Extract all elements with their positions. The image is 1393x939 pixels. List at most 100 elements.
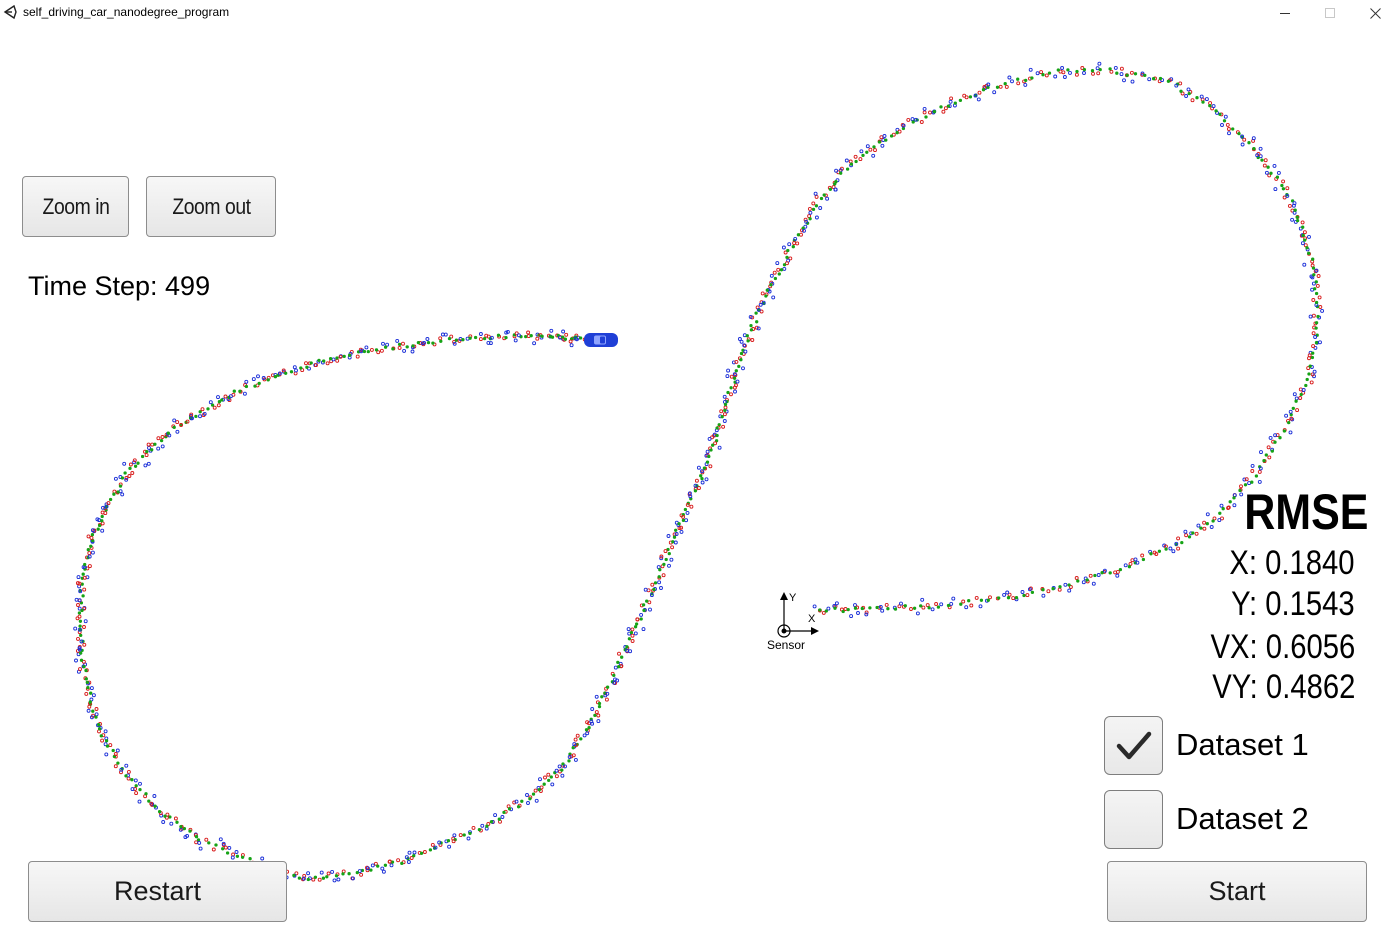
radar-marker xyxy=(549,328,554,333)
radar-marker xyxy=(256,374,260,379)
estimate-marker xyxy=(80,608,84,613)
radar-marker xyxy=(939,602,944,607)
lidar-marker xyxy=(128,462,133,467)
estimate-marker xyxy=(1164,547,1168,551)
radar-marker xyxy=(1227,131,1231,136)
lidar-marker xyxy=(694,478,699,483)
estimate-marker xyxy=(936,605,941,609)
estimate-marker xyxy=(257,381,261,386)
estimate-marker xyxy=(405,345,409,349)
radar-marker xyxy=(818,206,823,210)
estimate-marker xyxy=(136,461,140,465)
estimate-marker xyxy=(702,466,707,470)
radar-marker xyxy=(331,357,336,362)
estimate-marker xyxy=(416,340,421,345)
estimate-marker xyxy=(841,609,845,614)
radar-marker xyxy=(538,777,542,782)
radar-marker xyxy=(899,601,903,606)
lidar-marker xyxy=(650,582,655,587)
dataset-2-checkbox[interactable] xyxy=(1104,790,1163,849)
radar-marker xyxy=(230,855,235,860)
estimate-marker xyxy=(828,187,833,191)
lidar-marker xyxy=(156,436,161,441)
radar-marker xyxy=(1259,450,1263,455)
estimate-marker xyxy=(1214,109,1218,113)
estimate-marker xyxy=(633,625,638,629)
radar-marker xyxy=(948,99,953,104)
estimate-marker xyxy=(986,85,990,90)
estimate-marker xyxy=(1231,127,1235,131)
radar-marker xyxy=(1292,201,1297,206)
lidar-marker xyxy=(596,713,601,718)
radar-marker xyxy=(1240,142,1245,147)
estimate-marker xyxy=(1187,91,1191,96)
lidar-marker xyxy=(1226,127,1231,131)
start-button[interactable]: Start xyxy=(1107,861,1367,922)
radar-marker xyxy=(1035,71,1040,76)
estimate-marker xyxy=(1287,420,1291,425)
estimate-marker xyxy=(477,827,482,832)
close-button[interactable] xyxy=(1352,0,1393,26)
radar-marker xyxy=(826,606,831,611)
estimate-marker xyxy=(206,407,210,411)
lidar-marker xyxy=(231,852,236,857)
estimate-marker xyxy=(912,606,917,610)
estimate-marker xyxy=(531,792,536,796)
radar-marker xyxy=(395,338,400,343)
radar-marker xyxy=(292,365,297,370)
zoom-in-button[interactable]: Zoom in xyxy=(22,176,129,237)
estimate-marker xyxy=(419,851,424,855)
lidar-marker xyxy=(478,337,483,342)
estimate-marker xyxy=(868,606,872,610)
zoom-out-button[interactable]: Zoom out xyxy=(146,176,276,237)
radar-marker xyxy=(590,707,595,711)
radar-marker xyxy=(700,480,705,485)
dataset-1-label: Dataset 1 xyxy=(1176,727,1309,762)
estimate-marker xyxy=(454,338,459,342)
estimate-marker xyxy=(839,171,843,175)
estimate-marker xyxy=(1221,507,1225,511)
estimate-marker xyxy=(524,334,528,339)
radar-marker xyxy=(152,794,157,798)
lidar-marker xyxy=(1281,179,1286,184)
estimate-marker xyxy=(284,371,288,375)
estimate-marker xyxy=(104,739,109,743)
estimate-marker xyxy=(1218,112,1222,116)
radar-marker xyxy=(569,343,574,348)
sensor-y-axis-label: Y xyxy=(789,592,797,604)
estimate-marker xyxy=(163,814,167,818)
estimate-marker xyxy=(723,402,728,407)
dataset-1-checkbox[interactable] xyxy=(1104,716,1163,775)
minimize-button[interactable] xyxy=(1262,0,1308,26)
radar-marker xyxy=(859,149,864,154)
radar-marker xyxy=(782,266,787,271)
lidar-marker xyxy=(573,737,578,742)
radar-marker xyxy=(218,837,223,842)
estimate-marker xyxy=(1232,496,1236,500)
lidar-marker xyxy=(1311,298,1316,302)
estimate-marker xyxy=(1252,146,1256,151)
radar-marker xyxy=(813,191,818,196)
radar-marker xyxy=(915,611,920,616)
estimate-marker xyxy=(374,348,379,352)
lidar-marker xyxy=(1316,274,1321,278)
estimate-marker xyxy=(986,598,990,602)
estimate-marker xyxy=(1314,341,1319,345)
lidar-marker xyxy=(998,84,1003,89)
estimate-marker xyxy=(266,378,270,382)
estimate-marker xyxy=(175,820,179,824)
estimate-marker xyxy=(785,255,789,260)
estimate-marker xyxy=(1187,535,1192,539)
lidar-marker xyxy=(868,147,873,152)
lidar-marker xyxy=(396,858,401,863)
maximize-button[interactable] xyxy=(1307,0,1353,26)
radar-marker xyxy=(1292,392,1297,397)
lidar-marker xyxy=(1298,396,1303,400)
radar-marker xyxy=(115,748,120,753)
estimate-marker xyxy=(1014,596,1019,600)
radar-marker xyxy=(500,815,505,819)
estimate-marker xyxy=(79,658,84,662)
estimate-marker xyxy=(341,872,345,876)
radar-marker xyxy=(1268,435,1273,440)
restart-button[interactable]: Restart xyxy=(28,861,287,922)
